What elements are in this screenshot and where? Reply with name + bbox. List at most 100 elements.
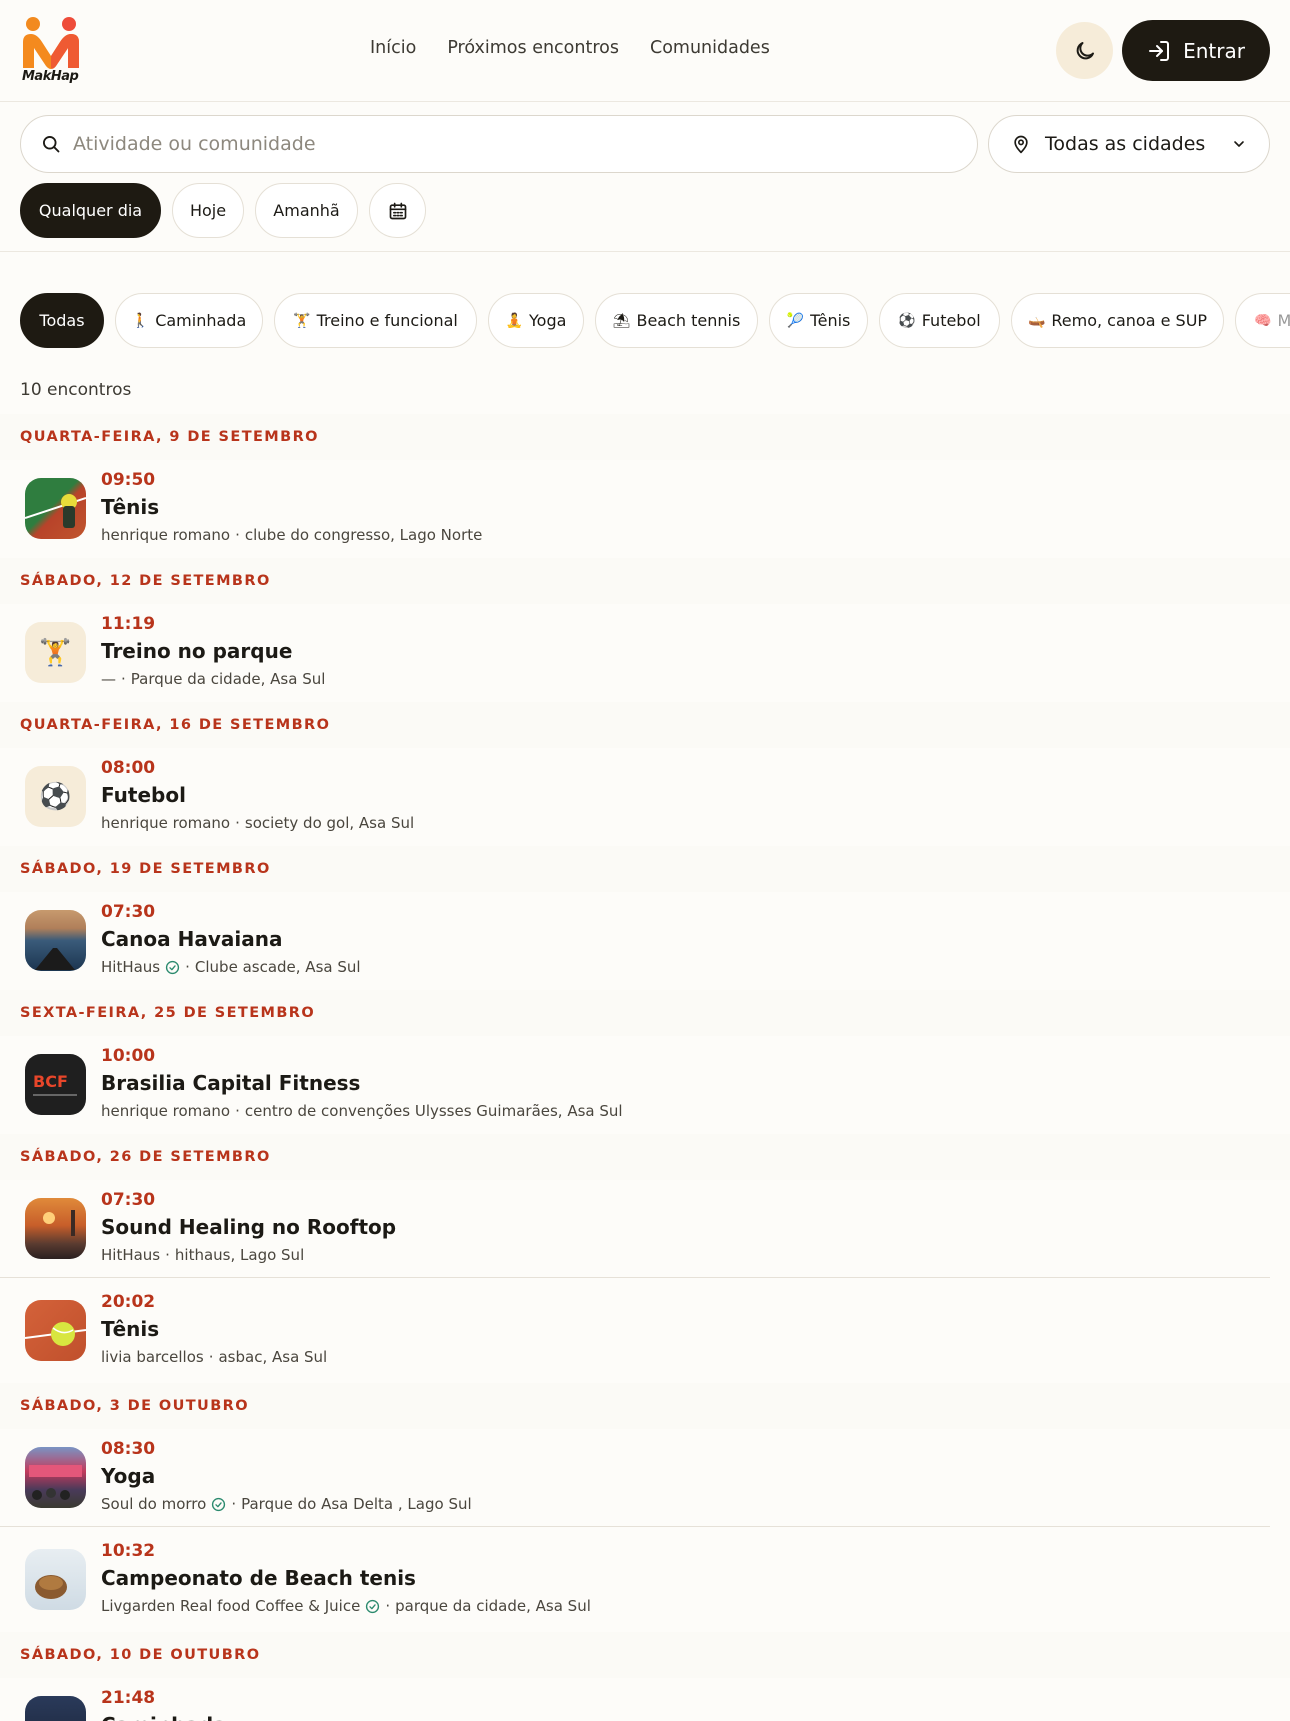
category-chip-todas[interactable]: Todas	[20, 293, 104, 348]
event-item[interactable]: 07:30 Sound Healing no Rooftop HitHaus · h…	[0, 1180, 1270, 1278]
search-box	[20, 115, 978, 173]
event-organizer[interactable]: livia barcellos	[101, 1348, 204, 1366]
category-chip-label: M	[1277, 311, 1290, 330]
theme-toggle-button[interactable]	[1056, 22, 1113, 79]
date-header: SÁBADO, 3 DE OUTUBRO	[0, 1383, 1290, 1429]
map-pin-icon	[1014, 135, 1028, 154]
event-title: Tênis	[101, 1317, 160, 1341]
event-item[interactable]: 10:32 Campeonato de Beach tenis Livgarde…	[0, 1527, 1290, 1632]
date-header: QUARTA-FEIRA, 9 DE SETEMBRO	[0, 414, 1290, 460]
separator-dot: ·	[208, 1348, 214, 1366]
verified-badge-icon	[365, 1599, 380, 1614]
event-meta: HitHaus · hithaus, Lago Sul	[101, 1246, 304, 1264]
soccer-ball-icon: ⚽	[898, 312, 916, 329]
event-time: 07:30	[101, 902, 156, 922]
separator-dot: ·	[185, 958, 190, 976]
calendar-icon	[389, 202, 406, 219]
event-organizer[interactable]: HitHaus	[101, 958, 160, 976]
category-chip-remo[interactable]: 🛶 Remo, canoa e SUP	[1011, 293, 1224, 348]
event-item[interactable]: 21:48 Caminhada	[0, 1678, 1290, 1721]
event-meta: livia barcellos · asbac, Asa Sul	[101, 1348, 327, 1366]
day-filter-today[interactable]: Hoje	[172, 183, 244, 238]
main-nav: Início Próximos encontros Comunidades	[370, 38, 770, 58]
category-chip-yoga[interactable]: 🧘 Yoga	[488, 293, 584, 348]
chevron-down-icon	[1234, 141, 1244, 147]
event-organizer[interactable]: henrique romano	[101, 1102, 230, 1120]
event-title: Brasilia Capital Fitness	[101, 1071, 361, 1095]
event-item[interactable]: 20:02 Tênis livia barcellos · asbac, Asa S…	[0, 1278, 1290, 1383]
event-title: Yoga	[101, 1464, 156, 1488]
event-thumbnail	[25, 1447, 86, 1508]
event-organizer[interactable]: —	[101, 670, 116, 688]
event-item[interactable]: 07:30 Canoa Havaiana HitHaus · Clube asca…	[0, 892, 1290, 990]
event-list: QUARTA-FEIRA, 9 DE SETEMBRO 09:50 Tênis …	[0, 414, 1290, 1721]
login-button[interactable]: Entrar	[1122, 20, 1270, 81]
beach-icon: ⛱	[612, 312, 631, 329]
city-select-value: Todas as cidades	[1045, 133, 1206, 155]
nav-link-proximos-encontros[interactable]: Próximos encontros	[447, 38, 619, 58]
category-chip-label: Caminhada	[155, 311, 247, 330]
event-meta: — · Parque da cidade, Asa Sul	[101, 670, 325, 688]
date-header: SÁBADO, 12 DE SETEMBRO	[0, 558, 1290, 604]
event-organizer[interactable]: henrique romano	[101, 814, 230, 832]
walking-icon: 🚶	[131, 312, 150, 329]
event-time: 10:00	[101, 1046, 156, 1066]
category-chip-label: Treino e funcional	[316, 311, 458, 330]
day-filter-group: Qualquer dia Hoje Amanhã	[20, 183, 426, 238]
category-chip-beach-tennis[interactable]: ⛱ Beach tennis	[595, 293, 758, 348]
login-label: Entrar	[1183, 38, 1245, 63]
day-filter-any[interactable]: Qualquer dia	[20, 183, 161, 238]
event-thumbnail	[25, 910, 86, 971]
event-time: 21:48	[101, 1688, 156, 1708]
category-chip-more[interactable]: 🧠 M	[1235, 293, 1290, 348]
nav-link-inicio[interactable]: Início	[370, 38, 416, 58]
event-item[interactable]: ⚽ 08:00 Futebol henrique romano · society …	[0, 748, 1290, 846]
event-organizer[interactable]: Soul do morro	[101, 1495, 206, 1513]
event-meta: henrique romano · society do gol, Asa Sul	[101, 814, 414, 832]
weightlifting-icon: 🏋	[39, 637, 72, 668]
event-organizer[interactable]: Livgarden Real food Coffee & Juice	[101, 1597, 360, 1615]
makhap-logo[interactable]: MakHap	[20, 16, 82, 86]
event-time: 09:50	[101, 470, 156, 490]
category-chip-treino[interactable]: 🏋 Treino e funcional	[274, 293, 477, 348]
event-location: clube do congresso, Lago Norte	[244, 526, 483, 544]
results-count: 10 encontros	[20, 380, 132, 400]
search-input[interactable]	[73, 133, 923, 155]
city-select[interactable]: Todas as cidades	[988, 115, 1270, 173]
event-location: centro de convenções Ulysses Guimarães, …	[244, 1102, 623, 1120]
event-item[interactable]: 09:50 Tênis henrique romano · clube do con…	[0, 460, 1290, 558]
event-thumbnail	[25, 1300, 86, 1361]
day-filter-tomorrow[interactable]: Amanhã	[255, 183, 358, 238]
event-organizer[interactable]: henrique romano	[101, 526, 230, 544]
event-title: Campeonato de Beach tenis	[101, 1566, 416, 1590]
event-location: asbac, Asa Sul	[218, 1348, 328, 1366]
event-meta: HitHaus · Clube ascade, Asa Sul	[101, 958, 361, 976]
svg-text:BCF: BCF	[33, 1072, 68, 1091]
filter-divider	[0, 251, 1290, 252]
nav-link-comunidades[interactable]: Comunidades	[650, 38, 770, 58]
event-thumbnail	[25, 1549, 86, 1610]
search-icon	[43, 136, 60, 153]
category-chip-label: Futebol	[921, 311, 981, 330]
event-item[interactable]: 🏋 11:19 Treino no parque — · Parque da cid…	[0, 604, 1290, 702]
separator-dot: ·	[235, 1102, 240, 1120]
logo-wordmark: MakHap	[22, 68, 79, 84]
event-organizer[interactable]: HitHaus	[101, 1246, 160, 1264]
category-chip-label: Remo, canoa e SUP	[1051, 311, 1208, 330]
event-thumbnail: 🏋	[25, 622, 86, 683]
category-chip-label: Beach tennis	[636, 311, 741, 330]
category-chip-tenis[interactable]: 🎾 Tênis	[769, 293, 868, 348]
verified-badge-icon	[165, 960, 180, 975]
event-title: Treino no parque	[101, 639, 293, 663]
category-chip-futebol[interactable]: ⚽ Futebol	[879, 293, 1000, 348]
category-chip-caminhada[interactable]: 🚶 Caminhada	[115, 293, 263, 348]
event-item[interactable]: 08:30 Yoga Soul do morro · Parque do Asa …	[0, 1429, 1270, 1527]
date-picker-button[interactable]	[369, 183, 426, 238]
event-location: Clube ascade, Asa Sul	[194, 958, 361, 976]
event-location: parque da cidade, Asa Sul	[395, 1597, 591, 1615]
event-item[interactable]: BCF 10:00 Brasilia Capital Fitness henri…	[0, 1036, 1290, 1134]
date-header: SÁBADO, 10 DE OUTUBRO	[0, 1632, 1290, 1678]
event-meta: henrique romano · clube do congresso, Lago…	[101, 526, 482, 544]
event-thumbnail: BCF	[25, 1054, 86, 1115]
category-chip-label: Tênis	[810, 311, 851, 330]
